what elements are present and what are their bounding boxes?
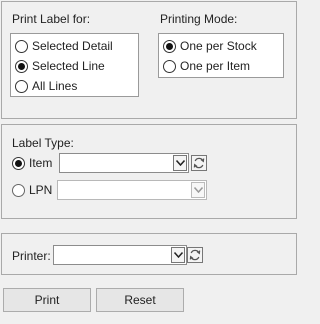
radio-label: One per Item (180, 59, 251, 73)
radio-button-checked[interactable] (15, 59, 28, 73)
radio-selected-line[interactable]: Selected Line (15, 58, 105, 74)
printing-mode-title: Printing Mode: (160, 12, 238, 26)
print-button[interactable]: Print (3, 288, 91, 312)
lpn-combobox[interactable] (57, 180, 207, 200)
radio-label: Selected Line (32, 59, 105, 73)
radio-one-per-stock[interactable]: One per Stock (163, 38, 257, 54)
reset-button[interactable]: Reset (96, 288, 184, 312)
label-type-panel: Label Type: Item LPN (1, 124, 297, 219)
print-label-for-group: Selected Detail Selected Line All Lines (10, 33, 139, 97)
chevron-down-icon[interactable] (191, 182, 205, 198)
refresh-icon[interactable] (187, 247, 203, 263)
radio-label: LPN (29, 183, 53, 197)
printer-combobox[interactable] (53, 245, 187, 265)
radio-button[interactable] (15, 79, 28, 93)
printing-mode-group: One per Stock One per Item (158, 33, 284, 78)
radio-one-per-item[interactable]: One per Item (163, 58, 250, 74)
chevron-down-icon[interactable] (171, 247, 185, 263)
radio-label: One per Stock (180, 39, 257, 53)
radio-button-checked[interactable] (12, 156, 25, 170)
printer-label: Printer: (12, 249, 51, 263)
label-options-panel: Print Label for: Selected Detail Selecte… (1, 1, 297, 119)
radio-label: All Lines (32, 79, 78, 93)
radio-button[interactable] (15, 39, 28, 53)
printer-panel: Printer: (1, 233, 297, 275)
print-label-for-title: Print Label for: (12, 12, 91, 26)
radio-label: Selected Detail (32, 39, 113, 53)
label-type-title: Label Type: (12, 136, 74, 150)
radio-lpn[interactable]: LPN (12, 182, 52, 198)
radio-label: Item (29, 156, 53, 170)
refresh-icon[interactable] (191, 155, 207, 171)
radio-selected-detail[interactable]: Selected Detail (15, 38, 113, 54)
radio-button-checked[interactable] (163, 39, 176, 53)
radio-button[interactable] (12, 183, 25, 197)
item-combobox[interactable] (59, 153, 189, 173)
radio-item[interactable]: Item (12, 155, 52, 171)
radio-button[interactable] (163, 59, 176, 73)
chevron-down-icon[interactable] (173, 155, 187, 171)
radio-all-lines[interactable]: All Lines (15, 78, 77, 94)
